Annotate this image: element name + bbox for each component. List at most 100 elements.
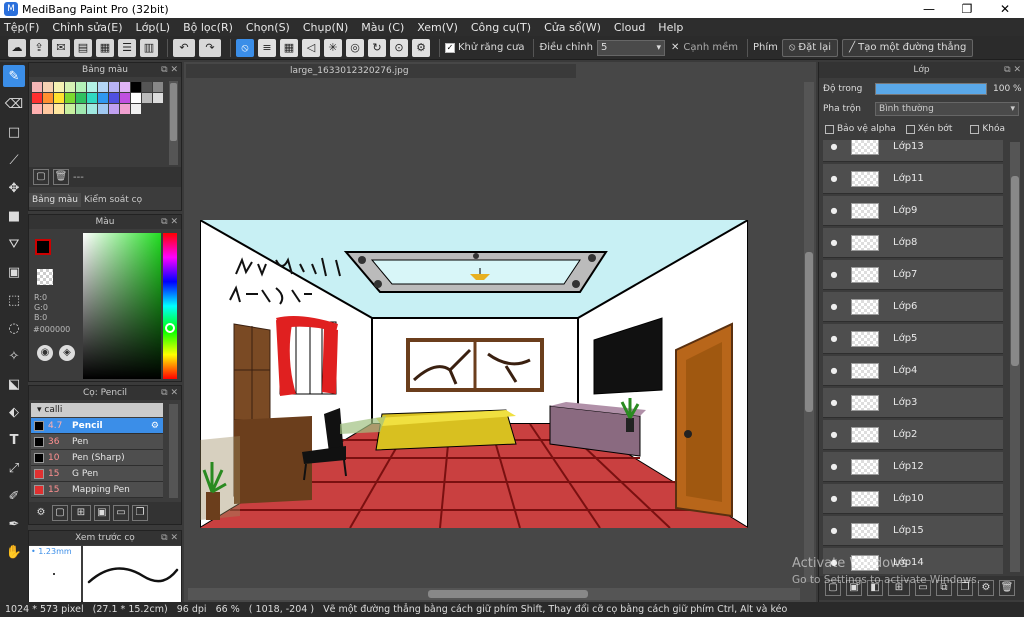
palette-swatch[interactable] (98, 93, 108, 103)
bucket-tool-icon[interactable]: ⛛ (3, 233, 25, 255)
menu-window[interactable]: Cửa sổ(W) (544, 21, 601, 34)
antialias-checkbox[interactable]: ✓ (445, 42, 455, 53)
minimize-button[interactable]: — (910, 2, 948, 16)
menu-file[interactable]: Tệp(F) (4, 21, 39, 34)
new-brush-icon[interactable]: ▢ (52, 505, 68, 521)
palette-swatch[interactable] (54, 93, 64, 103)
brush-group-row[interactable]: ▾ calli (31, 403, 163, 417)
brush-tool-icon[interactable]: ✎ (3, 65, 25, 87)
layer-row[interactable]: ● Lớp6 (823, 292, 1003, 322)
redo-icon[interactable]: ↷ (199, 38, 221, 57)
select-eraser-tool-icon[interactable]: ⬖ (3, 401, 25, 423)
palette-swatch[interactable] (65, 104, 75, 114)
palette-swatch[interactable] (32, 93, 42, 103)
hand-tool-icon[interactable]: ✋ (3, 541, 25, 563)
palette-swatch[interactable] (98, 82, 108, 92)
document-tab[interactable]: large_1633012320276.jpg (186, 64, 576, 78)
delete-palette-icon[interactable]: 🗑 (53, 169, 69, 185)
palette-swatch[interactable] (76, 93, 86, 103)
menu-layer[interactable]: Lớp(L) (136, 21, 171, 34)
menu-edit[interactable]: Chỉnh sửa(E) (52, 21, 122, 34)
new-palette-icon[interactable]: ▢ (33, 169, 49, 185)
visibility-eye-icon[interactable]: ● (827, 270, 841, 279)
palette-swatch[interactable] (142, 93, 152, 103)
menu-help[interactable]: Help (658, 21, 683, 34)
palette-swatch[interactable] (65, 93, 75, 103)
palette-swatch[interactable] (32, 104, 42, 114)
menu-tools[interactable]: Công cụ(T) (471, 21, 531, 34)
move-tool-icon[interactable]: ✥ (3, 177, 25, 199)
brush-gear-icon[interactable]: ⚙ (151, 421, 159, 431)
reset-button[interactable]: ⦸ Đặt lại (781, 38, 839, 57)
palette-swatch[interactable] (131, 82, 141, 92)
palette-swatch[interactable] (131, 104, 141, 114)
brush-scrollbar[interactable] (169, 404, 178, 498)
undo-icon[interactable]: ↶ (173, 38, 195, 57)
color-palette-icon[interactable]: ◈ (59, 345, 75, 361)
palette-swatch[interactable] (43, 93, 53, 103)
visibility-eye-icon[interactable]: ● (827, 526, 841, 535)
straight-line-button[interactable]: ╱ Tạo một đường thẳng (842, 38, 974, 57)
foreground-color-swatch[interactable] (35, 239, 51, 255)
palette-swatch[interactable] (43, 82, 53, 92)
grid-icon[interactable]: ▥ (140, 38, 158, 57)
snap-ellipse-icon[interactable]: ⊙ (390, 38, 408, 57)
layer-row[interactable]: ● Lớp4 (823, 356, 1003, 386)
palette-swatch[interactable] (76, 82, 86, 92)
text-tool-icon[interactable]: T (3, 429, 25, 451)
opacity-slider[interactable] (875, 83, 987, 95)
brush-list-item[interactable]: 36 Pen (31, 434, 163, 450)
layer-row[interactable]: ● Lớp11 (823, 164, 1003, 194)
magic-wand-tool-icon[interactable]: ✧ (3, 345, 25, 367)
hue-handle[interactable] (165, 323, 175, 333)
palette-swatch[interactable] (120, 104, 130, 114)
canvas-vertical-scrollbar[interactable] (804, 82, 814, 582)
visibility-eye-icon[interactable]: ● (827, 174, 841, 183)
gradient-tool-icon[interactable]: ▣ (3, 261, 25, 283)
palette-swatch[interactable] (142, 82, 152, 92)
upload-icon[interactable]: ⇪ (30, 38, 48, 57)
restore-button[interactable]: ❐ (948, 2, 986, 16)
brush-list-item[interactable]: 10 Pen (Sharp) (31, 450, 163, 466)
brush-settings-icon[interactable]: ⚙ (33, 505, 49, 521)
list-icon[interactable]: ☰ (118, 38, 136, 57)
layer-row[interactable]: ● Lớp7 (823, 260, 1003, 290)
visibility-eye-icon[interactable]: ● (827, 430, 841, 439)
panel-close-icon[interactable]: ⧉ ✕ (161, 386, 178, 400)
panel-close-icon[interactable]: ⧉ ✕ (161, 215, 178, 229)
layer-row[interactable]: ● Lớp8 (823, 228, 1003, 258)
palette-swatch[interactable] (32, 82, 42, 92)
palette-scrollbar[interactable] (169, 81, 178, 165)
color-picker-icon[interactable]: ◉ (37, 345, 53, 361)
copy-brush-icon[interactable]: ▣ (94, 505, 110, 521)
palette-swatch[interactable] (87, 82, 97, 92)
close-button[interactable]: ✕ (986, 2, 1024, 16)
canvas-area[interactable]: large_1633012320276.jpg (184, 62, 816, 602)
visibility-eye-icon[interactable]: ● (827, 334, 841, 343)
palette-swatch[interactable] (65, 82, 75, 92)
palette-swatch[interactable] (109, 93, 119, 103)
dot-tool-icon[interactable]: ⟋ (3, 149, 25, 171)
snap-vanish-icon[interactable]: ◁ (302, 38, 320, 57)
lock-checkbox[interactable] (970, 124, 980, 134)
menu-color[interactable]: Màu (C) (361, 21, 404, 34)
snap-circle-icon[interactable]: ◎ (346, 38, 364, 57)
layer-settings-icon[interactable]: ⚙ (978, 580, 994, 596)
palette-swatch[interactable] (120, 93, 130, 103)
palette-swatch[interactable] (109, 82, 119, 92)
comment-icon[interactable]: ✉ (52, 38, 70, 57)
rectangle-tool-icon[interactable]: □ (3, 121, 25, 143)
brush-list-item[interactable]: 15 Mapping Pen (31, 482, 163, 498)
palette-swatch[interactable] (120, 82, 130, 92)
hue-slider[interactable] (163, 233, 177, 379)
eyedropper-tool-icon[interactable]: ✐ (3, 485, 25, 507)
palette-swatch[interactable] (153, 82, 163, 92)
adjust-select[interactable]: 5 (596, 39, 665, 56)
visibility-eye-icon[interactable]: ● (827, 302, 841, 311)
palette-swatch[interactable] (153, 93, 163, 103)
layer-row[interactable]: ● Lớp9 (823, 196, 1003, 226)
palette-swatch[interactable] (54, 104, 64, 114)
clipping-checkbox[interactable] (905, 124, 915, 134)
lasso-tool-icon[interactable]: ◌ (3, 317, 25, 339)
layer-row[interactable]: ● Lớp12 (823, 452, 1003, 482)
